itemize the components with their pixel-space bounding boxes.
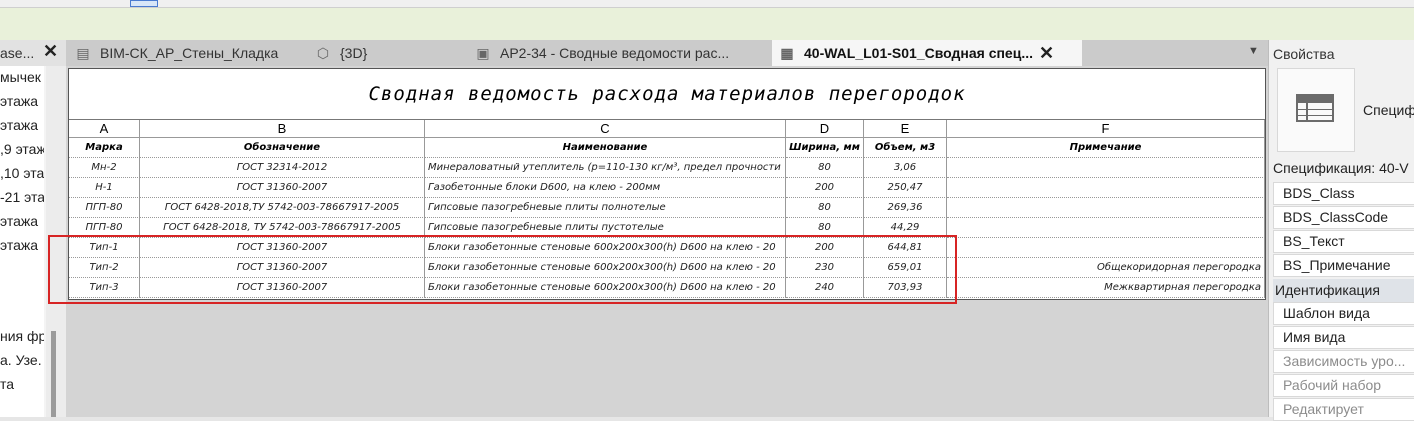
title-strip [0, 0, 1414, 8]
browser-item[interactable]: ,10 эта [0, 165, 44, 181]
tab-schedule-active[interactable]: ▦ 40-WAL_L01-S01_Сводная спец... ✕ [772, 40, 1082, 66]
browser-item[interactable]: ,9 этаж [0, 141, 44, 157]
floor-plan-icon: ▤ [76, 44, 90, 61]
browser-item[interactable]: этажа [0, 117, 38, 133]
tab-label: BIM-СК_АР_Стены_Кладка [100, 45, 279, 61]
cell-volume[interactable]: 250,47 [864, 178, 947, 198]
cell-mark[interactable]: Н-1 [69, 178, 140, 198]
close-tab-icon[interactable]: ✕ [1039, 43, 1054, 64]
param-row[interactable]: Имя вида [1273, 326, 1414, 349]
param-row-disabled: Редактирует [1273, 398, 1414, 421]
browser-item[interactable]: этажа [0, 237, 38, 253]
cell-width[interactable]: 80 [786, 198, 864, 218]
cell-width[interactable]: 200 [786, 178, 864, 198]
cell-note[interactable] [947, 238, 1265, 258]
cell-note[interactable] [947, 158, 1265, 178]
cell-note[interactable]: Общекоридорная перегородка [947, 258, 1265, 278]
project-browser-title: ase... [0, 45, 35, 61]
ribbon-bar [0, 8, 1414, 41]
schedule-title: Сводная ведомость расхода материалов пер… [69, 69, 1265, 120]
column-letter-e[interactable]: E [864, 120, 947, 138]
cell-note[interactable]: Межквартирная перегородка [947, 278, 1265, 298]
browser-item[interactable]: этажа [0, 213, 38, 229]
browser-item[interactable]: мычек [0, 69, 41, 85]
header-designation[interactable]: Обозначение [140, 138, 425, 158]
header-name[interactable]: Наименование [425, 138, 786, 158]
param-row[interactable]: Шаблон вида [1273, 302, 1414, 325]
properties-panel: Свойства Специф Спецификация: 40-V BDS_C… [1268, 40, 1414, 421]
cell-note[interactable] [947, 178, 1265, 198]
project-browser-header: ase... ✕ [0, 40, 66, 66]
param-row[interactable]: BS_Текст [1273, 230, 1414, 253]
tab-menu-icon[interactable]: ▼ [1248, 45, 1259, 57]
param-row[interactable]: BS_Примечание [1273, 254, 1414, 277]
3d-view-icon: ⬡ [316, 44, 330, 61]
param-row-disabled: Рабочий набор [1273, 374, 1414, 397]
cell-mark[interactable]: ПГП-80 [69, 198, 140, 218]
close-icon[interactable]: ✕ [43, 41, 58, 62]
param-row[interactable]: BDS_Class [1273, 182, 1414, 205]
cell-name[interactable]: Минераловатный утеплитель (p=110-130 кг/… [425, 158, 786, 178]
cell-note[interactable] [947, 218, 1265, 238]
tab-label: {3D} [340, 45, 368, 61]
project-browser: ase... ✕ мычек этажа этажа ,9 этаж ,10 э… [0, 40, 66, 417]
tab-3d[interactable]: ⬡ {3D} [314, 40, 454, 66]
column-letter-c[interactable]: C [425, 120, 786, 138]
column-letter-b[interactable]: B [140, 120, 425, 138]
properties-title: Свойства [1273, 46, 1335, 62]
highlight-annotation [48, 235, 957, 304]
quick-access-button[interactable] [130, 0, 158, 7]
type-selector[interactable]: Спецификация: 40-V [1273, 160, 1409, 176]
column-letter-a[interactable]: A [69, 120, 140, 138]
browser-item[interactable]: а. Узе. [0, 352, 42, 368]
cell-volume[interactable]: 3,06 [864, 158, 947, 178]
browser-item[interactable]: -21 эта [0, 189, 44, 205]
header-width[interactable]: Ширина, мм [786, 138, 864, 158]
header-note[interactable]: Примечание [947, 138, 1265, 158]
tab-sheet[interactable]: ▣ AP2-34 - Сводные ведомости рас... [474, 40, 764, 66]
param-row[interactable]: BDS_ClassCode [1273, 206, 1414, 229]
tab-floor-plan[interactable]: ▤ BIM-СК_АР_Стены_Кладка [74, 40, 304, 66]
tab-label: 40-WAL_L01-S01_Сводная спец... [804, 45, 1033, 61]
cell-name[interactable]: Гипсовые пазогребневые плиты полнотелые [425, 198, 786, 218]
column-letter-f[interactable]: F [947, 120, 1265, 138]
header-mark[interactable]: Марка [69, 138, 140, 158]
column-letter-d[interactable]: D [786, 120, 864, 138]
cell-mark[interactable]: Мн-2 [69, 158, 140, 178]
browser-item[interactable]: этажа [0, 93, 38, 109]
cell-volume[interactable]: 269,36 [864, 198, 947, 218]
cell-designation[interactable]: ГОСТ 32314-2012 [140, 158, 425, 178]
browser-item[interactable]: та [0, 376, 14, 392]
type-label: Специф [1363, 102, 1414, 118]
browser-list: мычек этажа этажа ,9 этаж ,10 эта -21 эт… [0, 66, 44, 417]
param-row-disabled: Зависимость уро... [1273, 350, 1414, 373]
cell-width[interactable]: 80 [786, 158, 864, 178]
cell-designation[interactable]: ГОСТ 31360-2007 [140, 178, 425, 198]
schedule-icon: ▦ [780, 44, 794, 61]
schedule-table-icon [1296, 94, 1334, 122]
group-identification[interactable]: Идентификация [1273, 279, 1414, 302]
header-volume[interactable]: Объем, м3 [864, 138, 947, 158]
tab-label: AP2-34 - Сводные ведомости рас... [500, 45, 730, 61]
browser-item[interactable]: ния фр [0, 328, 44, 344]
sheet-icon: ▣ [476, 44, 490, 61]
type-preview [1277, 68, 1355, 152]
cell-name[interactable]: Газобетонные блоки D600, на клею - 200мм [425, 178, 786, 198]
view-tabs: ▤ BIM-СК_АР_Стены_Кладка ⬡ {3D} ▣ AP2-34… [66, 40, 1268, 66]
cell-note[interactable] [947, 198, 1265, 218]
cell-designation[interactable]: ГОСТ 6428-2018,ТУ 5742-003-78667917-2005 [140, 198, 425, 218]
scrollbar-thumb[interactable] [51, 331, 56, 417]
